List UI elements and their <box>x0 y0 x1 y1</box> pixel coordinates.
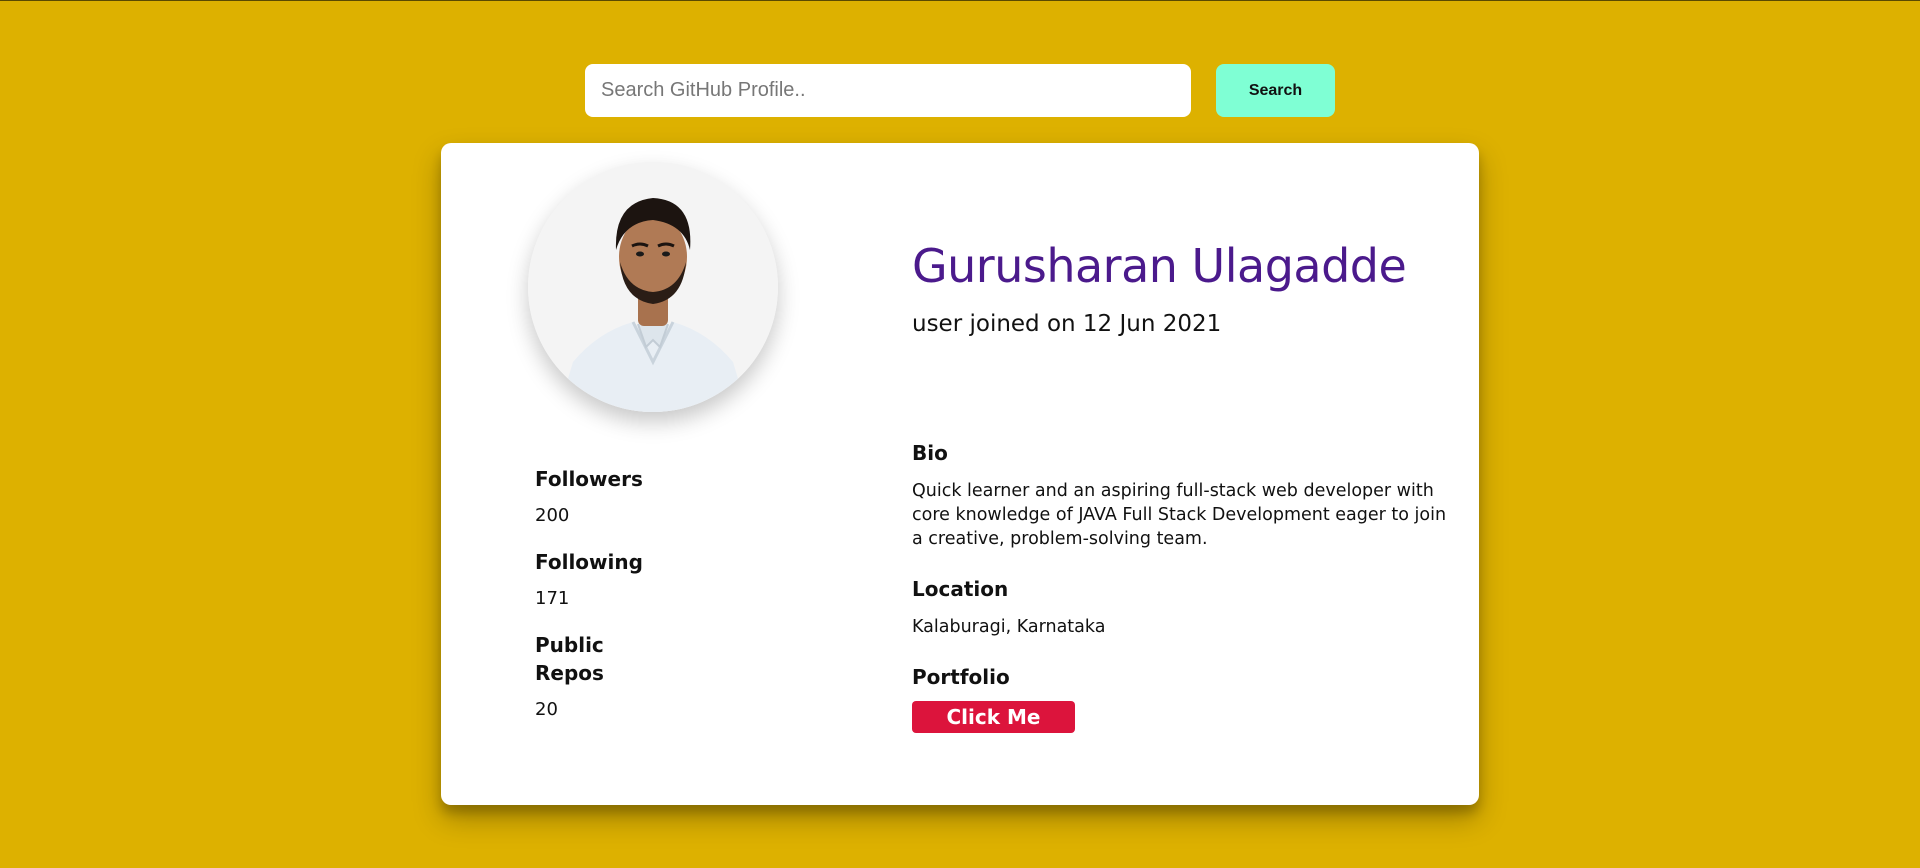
search-button[interactable]: Search <box>1216 64 1335 117</box>
portfolio-button[interactable]: Click Me <box>912 701 1075 733</box>
location-text: Kalaburagi, Karnataka <box>912 617 1106 637</box>
stats-column: Followers 200 Following 171 Public Repos… <box>535 465 675 742</box>
info-column: Bio Quick learner and an aspiring full-s… <box>912 441 1457 733</box>
bio-label: Bio <box>912 441 948 465</box>
following-value: 171 <box>535 588 570 609</box>
portfolio-label: Portfolio <box>912 665 1010 689</box>
profile-photo-icon <box>528 162 778 412</box>
avatar <box>528 162 778 412</box>
followers-value: 200 <box>535 505 570 526</box>
location-label: Location <box>912 577 1009 601</box>
followers-label: Followers <box>535 467 643 491</box>
profile-name: Gurusharan Ulagadde <box>912 239 1407 293</box>
joined-date: user joined on 12 Jun 2021 <box>912 311 1222 337</box>
bio-text: Quick learner and an aspiring full-stack… <box>912 481 1447 549</box>
public-repos-label: Public Repos <box>535 633 604 685</box>
following-label: Following <box>535 550 643 574</box>
profile-card: Gurusharan Ulagadde user joined on 12 Ju… <box>441 143 1479 805</box>
public-repos-value: 20 <box>535 699 558 720</box>
search-input[interactable] <box>585 64 1191 117</box>
search-bar: Search <box>585 64 1335 117</box>
